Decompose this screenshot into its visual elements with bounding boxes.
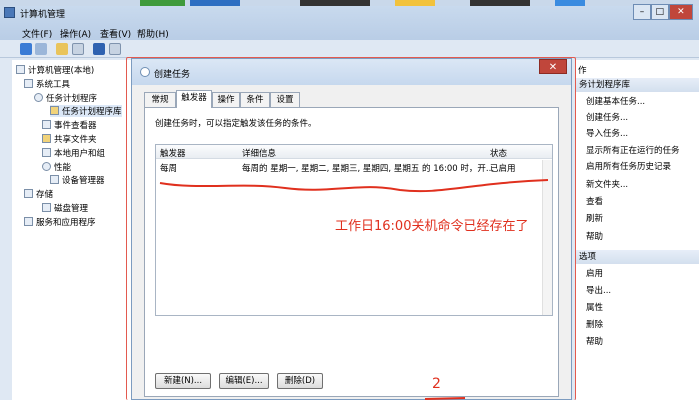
annotation-text: 工作日16:00关机命令已经存在了 — [335, 219, 529, 234]
computer-management-window: 计算机管理 – □ ✕ 文件(F) 操作(A) 查看(V) 帮助(H) 计算机管… — [0, 0, 699, 400]
tab-triggers[interactable]: 触发器 — [176, 90, 212, 108]
annotation-underline — [159, 179, 549, 193]
annotation-overlay — [159, 179, 549, 400]
annotation-step-number: 2 — [432, 376, 441, 392]
annotation-bottom-mark — [424, 397, 466, 400]
